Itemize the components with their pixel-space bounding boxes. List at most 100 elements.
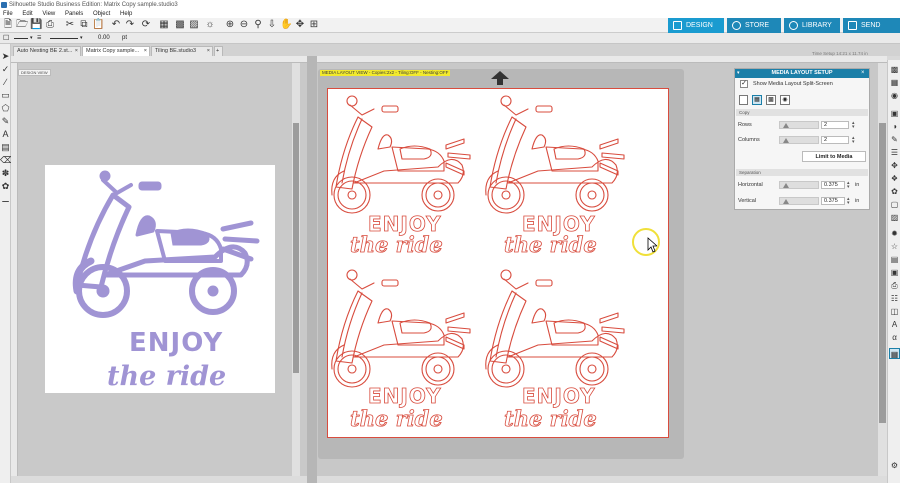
slider-thumb[interactable] — [783, 138, 789, 143]
redo-icon[interactable]: ↷ — [124, 19, 136, 31]
horizontal-stepper-icon[interactable]: ▴ ▾ — [847, 181, 850, 190]
load-arrow-icon[interactable] — [491, 71, 509, 85]
media-page[interactable]: ENJOY the ride ENJOY the ride ENJOY the … — [327, 88, 669, 438]
single-copy-icon[interactable] — [739, 95, 748, 105]
horizontal-scrollbar-right[interactable] — [317, 476, 887, 483]
vertical-input[interactable]: 0.375 — [821, 197, 845, 205]
horizontal-input[interactable]: 0.375 — [821, 181, 845, 189]
slider-thumb[interactable] — [783, 199, 789, 204]
line-weight-icon[interactable]: ☰ — [37, 33, 41, 44]
nesting-icon[interactable]: ◉ — [780, 95, 790, 105]
zoom-in-icon[interactable]: ⊕ — [224, 19, 236, 31]
measure-tool-icon[interactable]: ⚊ — [0, 193, 11, 205]
print-cut-icon[interactable]: ⎙ — [889, 280, 900, 291]
line-color-icon[interactable]: ✎ — [889, 134, 900, 145]
rectangle-tool-icon[interactable]: ▭ — [0, 89, 11, 101]
select-arrow-icon[interactable]: ➤ — [0, 50, 11, 62]
menu-object[interactable]: Object — [93, 10, 110, 18]
scooter-artwork-design[interactable]: ENJOY the ride — [45, 165, 275, 393]
color-palette-icon[interactable]: ◉ — [889, 90, 900, 101]
layers-icon[interactable]: ▤ — [889, 254, 900, 265]
rows-stepper-icon[interactable]: ▴ ▾ — [852, 121, 855, 130]
slider-thumb[interactable] — [783, 183, 789, 188]
ungroup-icon[interactable]: ▨ — [188, 19, 200, 31]
group-icon[interactable]: ▩ — [174, 19, 186, 31]
matrix-copy-icon[interactable]: ▦ — [752, 95, 762, 105]
pan-down-icon[interactable]: ⇩ — [266, 19, 278, 31]
line-style-icon[interactable]: ☐ — [3, 33, 9, 44]
polygon-tool-icon[interactable]: ⬠ — [0, 102, 11, 114]
pixscan-icon[interactable]: ▣ — [889, 267, 900, 278]
modify-icon[interactable]: ✿ — [889, 186, 900, 197]
zoom-out-icon[interactable]: ⊖ — [238, 19, 250, 31]
undo-icon[interactable]: ↶ — [110, 19, 122, 31]
vertical-scrollbar[interactable] — [292, 63, 300, 476]
map-icon[interactable]: ◫ — [889, 306, 900, 317]
copy-bottom-right[interactable]: ENJOY the ride — [485, 269, 625, 431]
media-layout-icon[interactable]: ▦ — [889, 348, 900, 359]
columns-input[interactable]: 2 — [821, 136, 849, 144]
menu-help[interactable]: Help — [120, 10, 132, 18]
doc-tab-auto-nesting[interactable]: Auto Nesting BE 2.st... × — [13, 46, 81, 56]
fill-tool-icon[interactable]: ▤ — [0, 141, 11, 153]
grid-icon[interactable]: ▦ — [889, 77, 900, 88]
page-setup-icon[interactable]: ▩ — [889, 64, 900, 75]
eyedropper-icon[interactable]: ✿ — [0, 180, 11, 192]
close-icon[interactable]: × — [861, 69, 865, 78]
paste-icon[interactable]: 📋 — [92, 19, 104, 31]
font-icon[interactable]: α — [889, 332, 900, 343]
fill-icon[interactable]: ▣ — [889, 108, 900, 119]
menu-file[interactable]: File — [3, 10, 13, 18]
horizontal-scrollbar-left[interactable] — [11, 476, 307, 483]
gear-icon[interactable]: ⚙ — [889, 460, 900, 471]
offset-icon[interactable]: ▢ — [889, 199, 900, 210]
settings-sun-icon[interactable]: ☼ — [204, 19, 216, 31]
replicate-icon[interactable]: ❖ — [889, 173, 900, 184]
add-page-icon[interactable]: ⊞ — [308, 19, 320, 31]
text-tool-icon[interactable]: A — [0, 128, 11, 140]
line-tool-icon[interactable]: ∕ — [0, 76, 11, 88]
panel-collapse-icon[interactable]: ▾ — [737, 69, 740, 78]
favorites-star-icon[interactable]: ☆ — [889, 241, 900, 252]
align-icon[interactable]: ☰ — [889, 147, 900, 158]
tab-store[interactable]: STORE — [727, 18, 781, 33]
text-style-icon[interactable]: A — [889, 319, 900, 330]
fit-page-icon[interactable]: ✥ — [294, 19, 306, 31]
vertical-stepper-icon[interactable]: ▴ ▾ — [847, 197, 850, 206]
line-type-dropdown[interactable] — [14, 38, 28, 39]
zoom-box-icon[interactable]: ⚲ — [252, 19, 264, 31]
save-icon[interactable]: 💾 — [30, 19, 42, 31]
hand-pan-icon[interactable]: ✋ — [280, 19, 292, 31]
library-book-icon[interactable]: ☷ — [889, 293, 900, 304]
tab-design[interactable]: DESIGN — [668, 18, 724, 33]
rows-slider[interactable] — [779, 121, 819, 129]
edit-points-icon[interactable]: ✓ — [0, 63, 11, 75]
open-folder-icon[interactable]: 🗁 — [16, 19, 28, 31]
horizontal-slider[interactable] — [779, 181, 819, 189]
copy-top-right[interactable]: ENJOY the ride — [485, 95, 625, 257]
slider-thumb[interactable] — [783, 123, 789, 128]
doc-tab-matrix-copy[interactable]: Matrix Copy sample... × — [82, 46, 150, 56]
gradient-icon[interactable]: ◑ — [889, 121, 900, 132]
print-icon[interactable]: ⎙ — [44, 19, 56, 31]
close-icon[interactable]: × — [207, 47, 210, 56]
vertical-scrollbar[interactable] — [878, 63, 887, 476]
eraser-tool-icon[interactable]: ⌫ — [0, 154, 13, 166]
redraw-icon[interactable]: ⟳ — [140, 19, 152, 31]
doc-tab-tiling[interactable]: Tiling BE.studio3 × — [151, 46, 213, 56]
columns-stepper-icon[interactable]: ▴ ▾ — [852, 136, 855, 145]
new-tab-button[interactable]: + — [214, 46, 223, 56]
rows-input[interactable]: 2 — [821, 121, 849, 129]
menu-panels[interactable]: Panels — [65, 10, 83, 18]
tiling-icon[interactable]: ▩ — [766, 95, 776, 105]
matrix-copies[interactable]: ENJOY the ride ENJOY the ride ENJOY the … — [328, 89, 670, 439]
line-width-value[interactable]: 0.00 — [98, 33, 110, 44]
design-page[interactable]: ENJOY the ride — [45, 165, 275, 393]
chevron-down-icon[interactable]: ▾ — [80, 33, 83, 44]
menu-edit[interactable]: Edit — [22, 10, 32, 18]
new-file-icon[interactable]: 🗎 — [2, 19, 14, 31]
columns-slider[interactable] — [779, 136, 819, 144]
close-icon[interactable]: × — [75, 47, 78, 56]
transform-icon[interactable]: ✥ — [889, 160, 900, 171]
knife-tool-icon[interactable]: ✽ — [0, 167, 11, 179]
